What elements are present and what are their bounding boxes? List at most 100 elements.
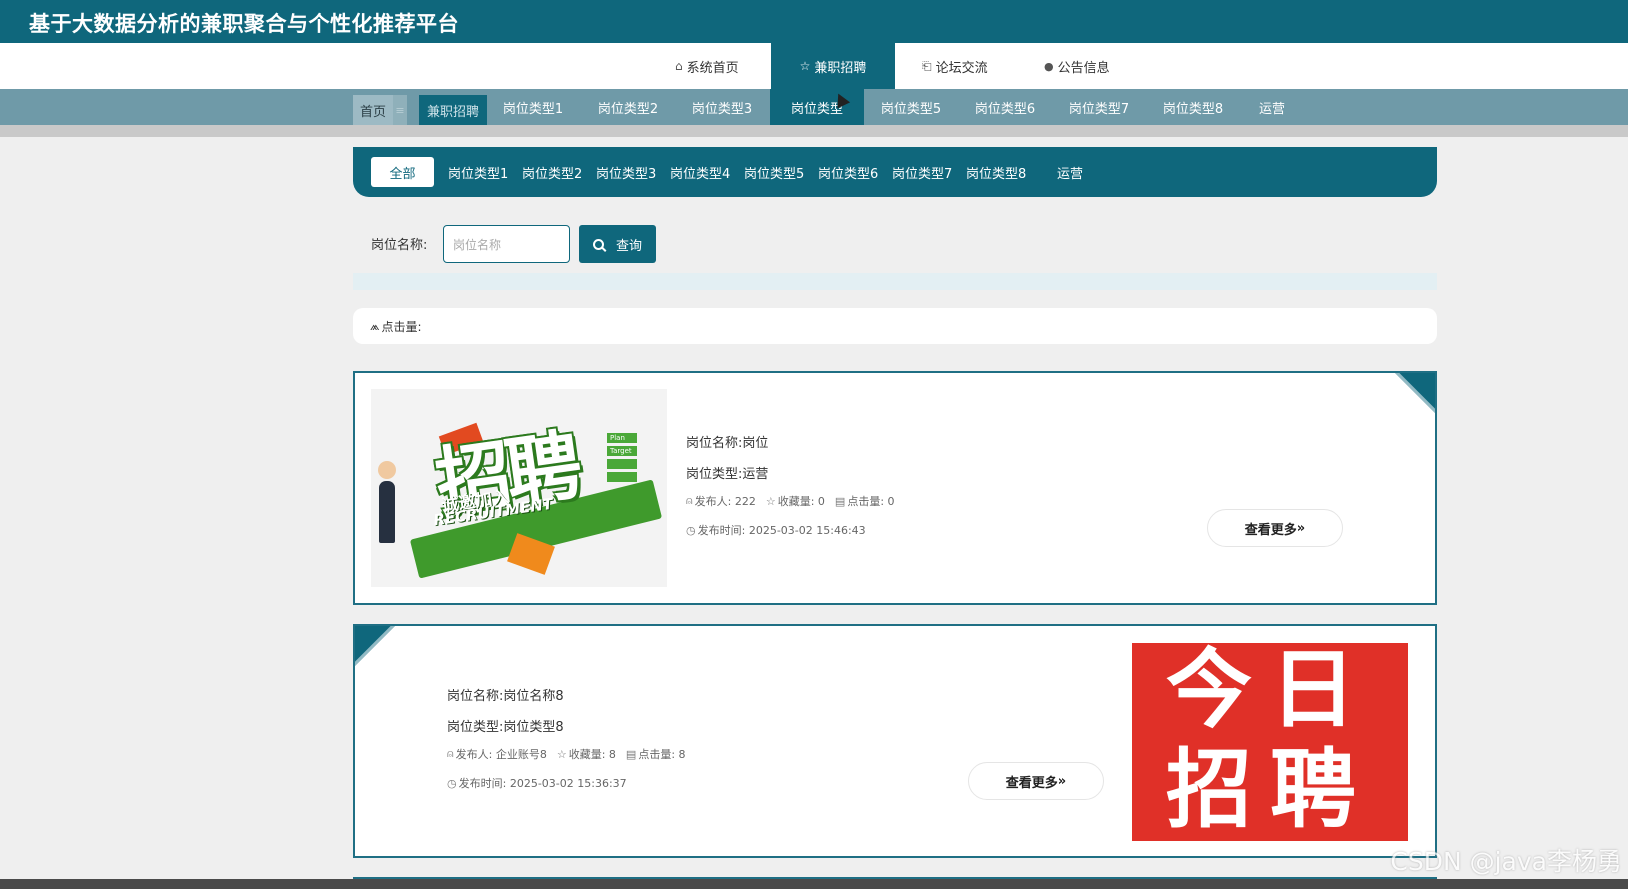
image-tag [607, 472, 637, 482]
chart-icon: ⩕ [370, 318, 380, 333]
image-line-2: 招聘 [1166, 740, 1374, 840]
job-name: 岗位名称:岗位名称8 [447, 689, 564, 704]
sub-nav-item[interactable]: 岗位类型2 [586, 89, 670, 125]
job-time: ◷ 发布时间: 2025-03-02 15:46:43 [686, 522, 866, 538]
clicks-icon: ▤ [834, 494, 846, 508]
double-chevron-right-icon: » [1057, 773, 1067, 789]
job-meta: ⍝ 发布人: 企业账号8 ☆ 收藏量: 8 ▤ 点击量: 8 [447, 746, 686, 762]
breadcrumb-separator: ≡ [393, 95, 407, 125]
sub-nav-shadow [0, 125, 1628, 137]
image-tag: Target [607, 446, 637, 456]
clicks-label: 点击量: [847, 495, 885, 508]
clicks-label: 点击量: [638, 748, 676, 761]
filter-item[interactable]: 岗位类型7 [892, 147, 952, 197]
nav-item-jobs[interactable]: ☆ 兼职招聘 [771, 43, 895, 89]
sub-nav-item[interactable]: 岗位类型7 [1057, 89, 1141, 125]
image-tags: Plan Target [607, 433, 637, 493]
publisher-label: 发布人: [694, 495, 732, 508]
nav-item-label: 兼职招聘 [814, 60, 867, 76]
job-image-today-hiring[interactable]: 今日 招聘 [1132, 643, 1408, 841]
filter-item[interactable]: 岗位类型6 [818, 147, 878, 197]
publisher-value: 222 [734, 494, 756, 508]
time-label: 发布时间: [697, 524, 746, 537]
favorites-label: 收藏量: [568, 748, 606, 761]
sub-nav-item[interactable]: 岗位类型6 [963, 89, 1047, 125]
favorites-value: 8 [608, 747, 616, 761]
sub-nav-item[interactable]: 运营 [1250, 89, 1294, 125]
sort-bar: ⩕ 点击量: [353, 308, 1437, 344]
sort-clicks-label[interactable]: 点击量: [381, 318, 421, 335]
job-name: 岗位名称:岗位 [686, 436, 769, 451]
filter-item[interactable]: 岗位类型5 [744, 147, 804, 197]
time-label: 发布时间: [458, 777, 507, 790]
nav-item-home[interactable]: ⌂ 系统首页 [675, 43, 739, 89]
bag-icon: ⎗ [922, 58, 932, 73]
sub-nav-item-active[interactable]: 岗位类型 [770, 89, 864, 125]
filter-item[interactable]: 岗位类型4 [670, 147, 730, 197]
time-value: 2025-03-02 15:46:43 [748, 523, 866, 537]
search-button-label: 查询 [615, 238, 642, 254]
sub-nav: 首页 ≡ 兼职招聘 岗位类型1 岗位类型2 岗位类型3 岗位类型 岗位类型5 岗… [0, 89, 1628, 125]
nav-item-label: 公告信息 [1057, 60, 1110, 76]
search-input[interactable]: 岗位名称 [443, 225, 570, 263]
site-title: 基于大数据分析的兼职聚合与个性化推荐平台 [29, 12, 459, 36]
info-icon: ● [1044, 59, 1054, 73]
view-more-button[interactable]: 查看更多 » [968, 762, 1104, 800]
job-card[interactable]: 招聘 诚邀加入 RECRUITMENT Plan Target 岗位名称:岗位 … [353, 371, 1437, 605]
breadcrumb-current[interactable]: 兼职招聘 [419, 95, 487, 125]
sub-nav-item[interactable]: 岗位类型8 [1151, 89, 1235, 125]
sub-nav-item[interactable]: 岗位类型1 [491, 89, 575, 125]
image-tag [607, 459, 637, 469]
job-meta: ⍝ 发布人: 222 ☆ 收藏量: 0 ▤ 点击量: 0 [686, 493, 895, 509]
clicks-icon: ▤ [625, 747, 637, 761]
nav-item-notice[interactable]: ● 公告信息 [1044, 43, 1110, 89]
breadcrumb-home[interactable]: 首页 [353, 95, 393, 125]
image-tag: Plan [607, 433, 637, 443]
person-body [379, 481, 395, 543]
search-button[interactable]: 查询 [579, 225, 656, 263]
filter-item[interactable]: 岗位类型2 [522, 147, 582, 197]
filter-all-button[interactable]: 全部 [371, 157, 434, 187]
sub-nav-item[interactable]: 岗位类型3 [680, 89, 764, 125]
image-line-1: 今日 [1166, 643, 1374, 740]
home-icon: ⌂ [675, 59, 683, 73]
nav-item-forum[interactable]: ⎗ 论坛交流 [922, 43, 988, 89]
main-nav: ⌂ 系统首页 ☆ 兼职招聘 ⎗ 论坛交流 ● 公告信息 [0, 43, 1628, 89]
job-type: 岗位类型:运营 [686, 467, 769, 482]
divider-strip [353, 273, 1437, 290]
favorites-label: 收藏量: [777, 495, 815, 508]
favorites-value: 0 [817, 494, 825, 508]
clicks-value: 0 [887, 494, 895, 508]
nav-item-label: 系统首页 [686, 60, 739, 76]
filter-item[interactable]: 运营 [1057, 147, 1083, 197]
filter-item[interactable]: 岗位类型8 [966, 147, 1026, 197]
publisher-label: 发布人: [455, 748, 493, 761]
watermark: CSDN @java李杨勇 [1390, 847, 1622, 876]
search-icon [592, 238, 604, 250]
search-label: 岗位名称: [371, 238, 428, 253]
person-head [378, 461, 396, 479]
job-type: 岗位类型:岗位类型8 [447, 720, 564, 735]
clicks-value: 8 [678, 747, 686, 761]
view-more-label: 查看更多 [1005, 775, 1058, 791]
filter-item[interactable]: 岗位类型3 [596, 147, 656, 197]
double-chevron-right-icon: » [1296, 520, 1306, 536]
time-value: 2025-03-02 15:36:37 [509, 776, 627, 790]
publisher-value: 企业账号8 [495, 748, 547, 761]
star-icon: ☆ [799, 59, 811, 73]
clock-icon: ◷ [447, 776, 457, 790]
user-icon: ⍝ [686, 494, 693, 507]
job-time: ◷ 发布时间: 2025-03-02 15:36:37 [447, 775, 627, 791]
nav-item-label: 论坛交流 [935, 60, 988, 76]
sub-nav-item[interactable]: 岗位类型5 [869, 89, 953, 125]
user-icon: ⍝ [447, 747, 454, 760]
top-header: 基于大数据分析的兼职聚合与个性化推荐平台 [0, 0, 1628, 43]
bottom-bar [0, 879, 1628, 889]
view-more-button[interactable]: 查看更多 » [1207, 509, 1343, 547]
filter-item[interactable]: 岗位类型1 [448, 147, 508, 197]
job-image-recruitment[interactable]: 招聘 诚邀加入 RECRUITMENT Plan Target [371, 389, 667, 587]
star-icon: ☆ [556, 747, 567, 761]
view-more-label: 查看更多 [1244, 522, 1297, 538]
category-filter-bar: 全部 岗位类型1 岗位类型2 岗位类型3 岗位类型4 岗位类型5 岗位类型6 岗… [353, 147, 1437, 197]
job-card[interactable]: 今日 招聘 岗位名称:岗位名称8 岗位类型:岗位类型8 ⍝ 发布人: 企业账号8… [353, 624, 1437, 858]
